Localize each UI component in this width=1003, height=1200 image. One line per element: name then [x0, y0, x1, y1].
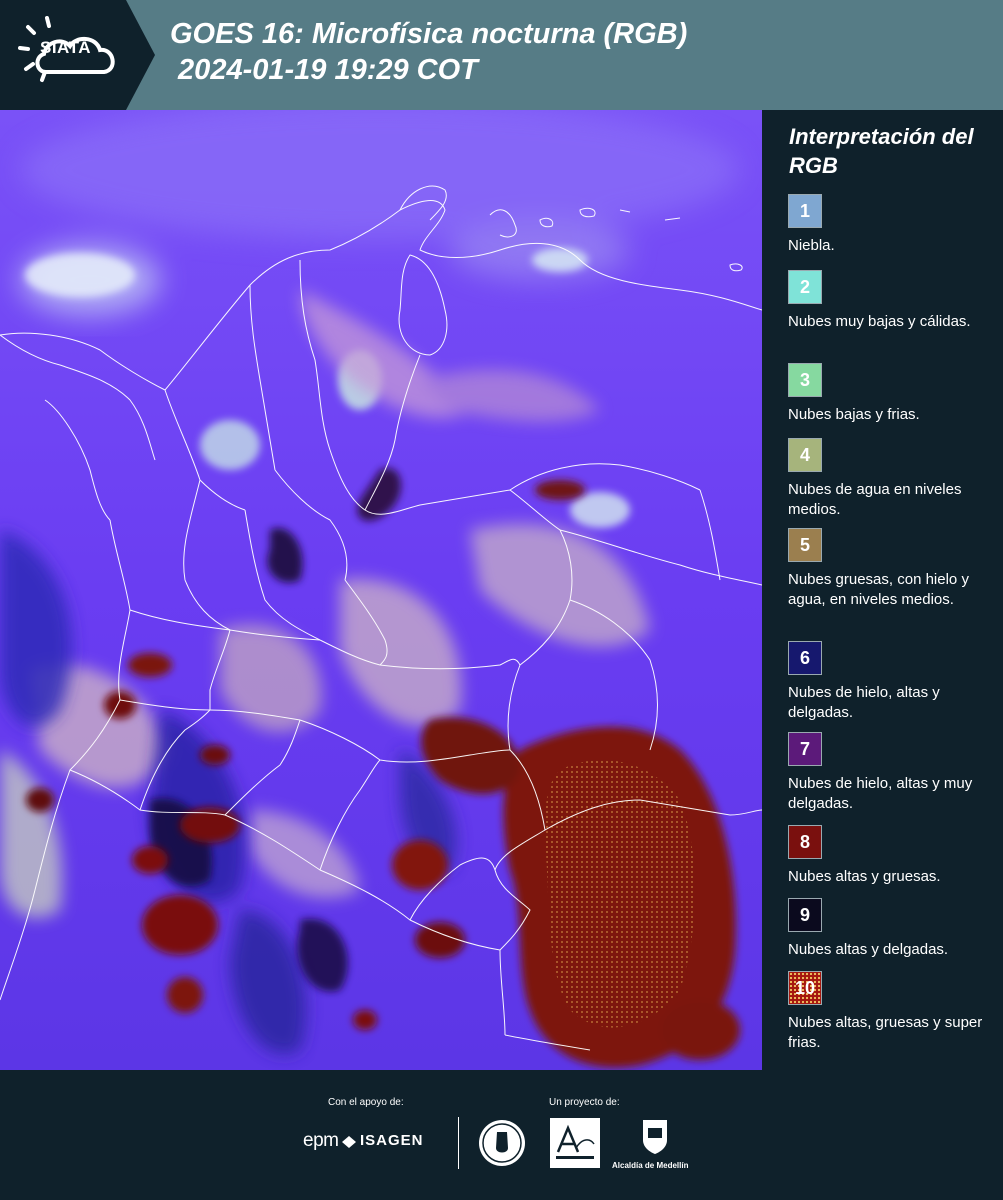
- legend-label-9: Nubes altas y delgadas.: [788, 941, 949, 958]
- legend-swatch-9: 9: [788, 898, 822, 932]
- legend-item-1: 1 Niebla.: [788, 194, 998, 256]
- alcaldia-shield-icon: [643, 1120, 667, 1154]
- isagen-mark-icon: [342, 1136, 356, 1148]
- legend-item-9: 9 Nubes altas y delgadas.: [788, 898, 998, 960]
- legend-swatch-7: 7: [788, 732, 822, 766]
- satellite-map: [0, 110, 762, 1070]
- seal-logo-icon: [479, 1120, 525, 1166]
- legend-swatch-2: 2: [788, 270, 822, 304]
- header-bar: SIATA GOES 16: Microfísica nocturna (RGB…: [0, 0, 1003, 110]
- area-metropolitana-logo: [550, 1118, 600, 1168]
- legend-swatch-5: 5: [788, 528, 822, 562]
- legend-item-4: 4 Nubes de agua en niveles medios.: [788, 438, 998, 520]
- legend-item-8: 8 Nubes altas y gruesas.: [788, 825, 998, 887]
- page-title: GOES 16: Microfísica nocturna (RGB) 2024…: [170, 18, 688, 86]
- legend-label-7: Nubes de hielo, altas y muy delgadas.: [788, 775, 973, 812]
- footer-divider: [458, 1117, 459, 1169]
- legend-item-7: 7 Nubes de hielo, altas y muy delgadas.: [788, 732, 998, 814]
- legend-label-1: Niebla.: [788, 237, 835, 254]
- legend-swatch-6: 6: [788, 641, 822, 675]
- legend-item-5: 5 Nubes gruesas, con hielo y agua, en ni…: [788, 528, 998, 610]
- legend-swatch-3: 3: [788, 363, 822, 397]
- legend-label-5: Nubes gruesas, con hielo y agua, en nive…: [788, 571, 969, 608]
- legend-label-8: Nubes altas y gruesas.: [788, 868, 941, 885]
- isagen-logo: ISAGEN: [360, 1132, 424, 1149]
- legend-item-2: 2 Nubes muy bajas y cálidas.: [788, 270, 998, 332]
- alcaldia-label: Alcaldía de Medellín: [612, 1161, 689, 1170]
- legend-item-6: 6 Nubes de hielo, altas y delgadas.: [788, 641, 998, 723]
- legend-swatch-1: 1: [788, 194, 822, 228]
- legend-swatch-8: 8: [788, 825, 822, 859]
- legend-label-10: Nubes altas, gruesas y super frias.: [788, 1014, 983, 1051]
- support-label: Con el apoyo de:: [328, 1097, 404, 1108]
- legend-item-10: 10 Nubes altas, gruesas y super frias.: [788, 971, 998, 1053]
- legend-swatch-4: 4: [788, 438, 822, 472]
- project-label: Un proyecto de:: [549, 1097, 620, 1108]
- legend-item-3: 3 Nubes bajas y frias.: [788, 363, 998, 425]
- footer: Con el apoyo de: Un proyecto de: epm ISA…: [0, 1070, 1003, 1200]
- epm-logo: epm: [303, 1130, 339, 1151]
- rgb-legend: Interpretación del RGB 1 Niebla. 2 Nubes…: [762, 110, 1003, 1070]
- satellite-image: [0, 110, 762, 1070]
- legend-swatch-10: 10: [788, 971, 822, 1005]
- legend-label-4: Nubes de agua en niveles medios.: [788, 481, 962, 518]
- legend-label-6: Nubes de hielo, altas y delgadas.: [788, 684, 940, 721]
- siata-logo-text: SIATA: [40, 38, 91, 57]
- legend-label-2: Nubes muy bajas y cálidas.: [788, 313, 971, 330]
- legend-label-3: Nubes bajas y frias.: [788, 406, 920, 423]
- legend-title: Interpretación del RGB: [789, 124, 974, 178]
